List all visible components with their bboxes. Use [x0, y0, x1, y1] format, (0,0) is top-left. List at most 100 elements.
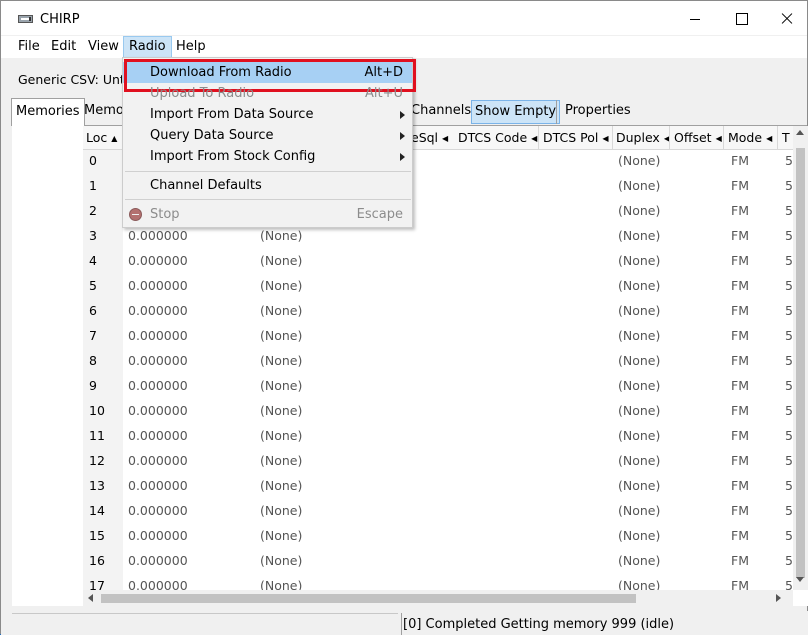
column-header-t[interactable]: T [782, 129, 790, 147]
table-row[interactable]: 4 0.000000 (None) (None) FM 5 [83, 250, 793, 275]
column-header-dtcs-code[interactable]: DTCS Code ◀ [458, 129, 537, 147]
column-arrow-icon: ◀ [602, 133, 609, 143]
menu-item-upload-to-radio[interactable]: Upload To Radio Alt+U [123, 83, 412, 104]
cell-loc: 11 [89, 428, 105, 443]
cell-name: (None) [260, 253, 303, 268]
column-arrow-icon: ◀ [766, 133, 773, 143]
column-header-duplex[interactable]: Duplex ◀ [616, 129, 670, 147]
submenu-arrow-icon [400, 111, 405, 119]
cell-name: (None) [260, 503, 303, 518]
sort-ascending-icon: ▲ [111, 133, 118, 143]
horizontal-scrollbar[interactable] [83, 590, 793, 606]
cell-freq: 0.000000 [128, 528, 188, 543]
vertical-scrollbar[interactable] [793, 126, 808, 590]
cell-loc: 7 [89, 328, 97, 343]
cell-name: (None) [260, 528, 303, 543]
cell-duplex: (None) [618, 303, 661, 318]
radio-menu-dropdown: Download From Radio Alt+D Upload To Radi… [122, 57, 416, 228]
table-row[interactable]: 10 0.000000 (None) (None) FM 5 [83, 400, 793, 425]
table-row[interactable]: 14 0.000000 (None) (None) FM 5 [83, 500, 793, 525]
menu-item-channel-defaults[interactable]: Channel Defaults [123, 175, 412, 196]
cell-freq: 0.000000 [128, 453, 188, 468]
tab-properties[interactable]: Properties [556, 100, 634, 124]
cell-freq: 0.000000 [128, 328, 188, 343]
table-row[interactable]: 12 0.000000 (None) (None) FM 5 [83, 450, 793, 475]
menu-item-import-from-data-source[interactable]: Import From Data Source [123, 104, 412, 125]
cell-freq: 0.000000 [128, 303, 188, 318]
cell-duplex: (None) [618, 528, 661, 543]
menu-item-stop[interactable]: Stop Escape [123, 204, 412, 225]
title-bar[interactable]: CHIRP [1, 1, 807, 35]
cell-mode: FM [731, 528, 749, 543]
tab-memo[interactable]: Memo [81, 100, 127, 124]
special-channels-toggle[interactable]: Channels [408, 100, 474, 124]
column-header-offset[interactable]: Offset ◀ [674, 129, 722, 147]
cell-loc: 9 [89, 378, 97, 393]
table-row[interactable]: 8 0.000000 (None) (None) FM 5 [83, 350, 793, 375]
cell-loc: 12 [89, 453, 105, 468]
column-divider [777, 126, 778, 150]
maximize-button[interactable] [718, 1, 764, 35]
minimize-button[interactable] [672, 1, 718, 35]
table-row[interactable]: 9 0.000000 (None) (None) FM 5 [83, 375, 793, 400]
table-row[interactable]: 7 0.000000 (None) (None) FM 5 [83, 325, 793, 350]
menu-bar: File Edit View Radio Help [1, 36, 807, 58]
cell-name: (None) [260, 453, 303, 468]
cell-duplex: (None) [618, 253, 661, 268]
menu-item-query-data-source[interactable]: Query Data Source [123, 125, 412, 146]
table-row[interactable]: 3 0.000000 (None) (None) FM 5 [83, 225, 793, 250]
cell-extra: 5 [785, 503, 793, 518]
cell-mode: FM [731, 378, 749, 393]
cell-extra: 5 [785, 528, 793, 543]
column-header-loc[interactable]: Loc ▲ [86, 129, 117, 147]
table-row[interactable]: 15 0.000000 (None) (None) FM 5 [83, 525, 793, 550]
submenu-arrow-icon [400, 132, 405, 140]
cell-duplex: (None) [618, 353, 661, 368]
scroll-right-icon[interactable] [776, 594, 781, 602]
cell-name: (None) [260, 228, 303, 243]
scroll-down-icon[interactable] [796, 577, 804, 582]
scroll-up-icon[interactable] [796, 130, 804, 135]
cell-extra: 5 [785, 453, 793, 468]
tab-memories[interactable]: Memories [11, 98, 85, 126]
column-header-esql[interactable]: eSql ◀ [411, 129, 448, 147]
column-header-dtcs-pol[interactable]: DTCS Pol ◀ [543, 129, 609, 147]
cell-mode: FM [731, 278, 749, 293]
horizontal-scroll-thumb[interactable] [101, 594, 636, 603]
table-row[interactable]: 5 0.000000 (None) (None) FM 5 [83, 275, 793, 300]
vertical-scroll-thumb[interactable] [796, 148, 805, 578]
cell-extra: 5 [785, 403, 793, 418]
cell-extra: 5 [785, 278, 793, 293]
menu-view[interactable]: View [83, 36, 124, 58]
cell-duplex: (None) [618, 153, 661, 168]
file-selector-label[interactable]: Generic CSV: Unti [18, 72, 128, 87]
table-row[interactable]: 6 0.000000 (None) (None) FM 5 [83, 300, 793, 325]
cell-mode: FM [731, 328, 749, 343]
window-title: CHIRP [40, 12, 80, 27]
cell-extra: 5 [785, 203, 793, 218]
status-divider [401, 613, 402, 635]
table-row[interactable]: 16 0.000000 (None) (None) FM 5 [83, 550, 793, 575]
column-arrow-icon: ◀ [442, 133, 449, 143]
table-row[interactable]: 13 0.000000 (None) (None) FM 5 [83, 475, 793, 500]
menu-item-import-from-stock-config[interactable]: Import From Stock Config [123, 146, 412, 167]
cell-loc: 14 [89, 503, 105, 518]
menu-edit[interactable]: Edit [46, 36, 81, 58]
menu-file[interactable]: File [13, 36, 45, 58]
menu-item-download-from-radio[interactable]: Download From Radio Alt+D [123, 59, 416, 92]
menu-radio[interactable]: Radio [123, 36, 172, 58]
column-header-mode[interactable]: Mode ◀ [728, 129, 772, 147]
cell-name: (None) [260, 278, 303, 293]
cell-loc: 8 [89, 353, 97, 368]
show-empty-toggle[interactable]: Show Empty [471, 100, 561, 124]
scroll-left-icon[interactable] [88, 594, 93, 602]
cell-name: (None) [260, 403, 303, 418]
cell-duplex: (None) [618, 378, 661, 393]
close-button[interactable] [764, 1, 808, 35]
column-divider [723, 126, 724, 150]
menu-help[interactable]: Help [171, 36, 211, 58]
cell-extra: 5 [785, 303, 793, 318]
cell-name: (None) [260, 328, 303, 343]
table-row[interactable]: 11 0.000000 (None) (None) FM 5 [83, 425, 793, 450]
cell-duplex: (None) [618, 453, 661, 468]
